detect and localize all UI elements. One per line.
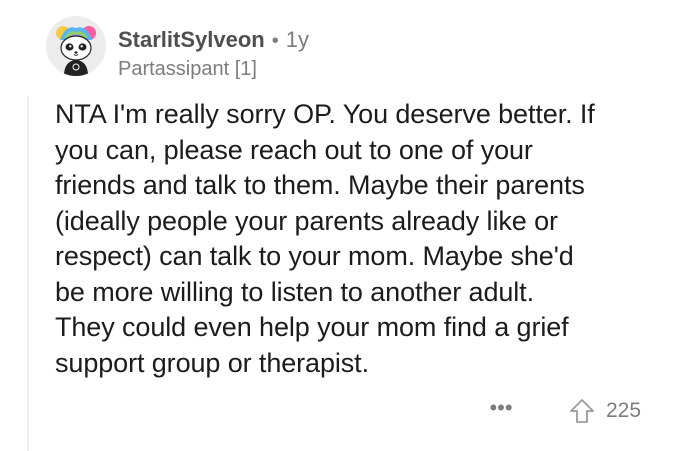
- user-flair: Partassipant [1]: [118, 58, 257, 80]
- comment-body-line: respect) can talk to your mom. Maybe she…: [55, 241, 574, 271]
- upvote-count: 225: [606, 399, 642, 422]
- comment-body-line: (ideally people your parents already lik…: [55, 205, 558, 236]
- comment-body-line: support group or therapist.: [55, 347, 369, 378]
- comment-body-line: you can, please reach out to one of your: [55, 134, 533, 165]
- meta-separator: •: [271, 30, 279, 52]
- comment-actions: ••• 225: [0, 392, 700, 428]
- comment-body-line: friends and talk to them. Maybe their pa…: [55, 170, 585, 200]
- comment-body-line: be more willing to listen to another adu…: [55, 276, 534, 307]
- upvote-button[interactable]: [568, 397, 596, 425]
- more-options-button[interactable]: •••: [486, 395, 516, 420]
- panda-avatar-icon: [56, 26, 96, 76]
- comment-card: StarlitSylveon • 1y Partassipant [1] NTA…: [0, 0, 700, 451]
- comment-body: NTA I'm really sorry OP. You deserve bet…: [55, 97, 695, 381]
- more-options-icon: •••: [489, 395, 513, 420]
- upvote-arrow-icon: [570, 399, 594, 423]
- username-link[interactable]: StarlitSylveon: [118, 26, 265, 54]
- comment-body-line: They could even help your mom find a gri…: [55, 312, 569, 342]
- comment-meta: StarlitSylveon • 1y Partassipant [1]: [118, 26, 309, 82]
- user-avatar[interactable]: [46, 16, 106, 76]
- comment-age: 1y: [285, 27, 309, 52]
- comment-body-line: NTA I'm really sorry OP. You deserve bet…: [55, 99, 595, 129]
